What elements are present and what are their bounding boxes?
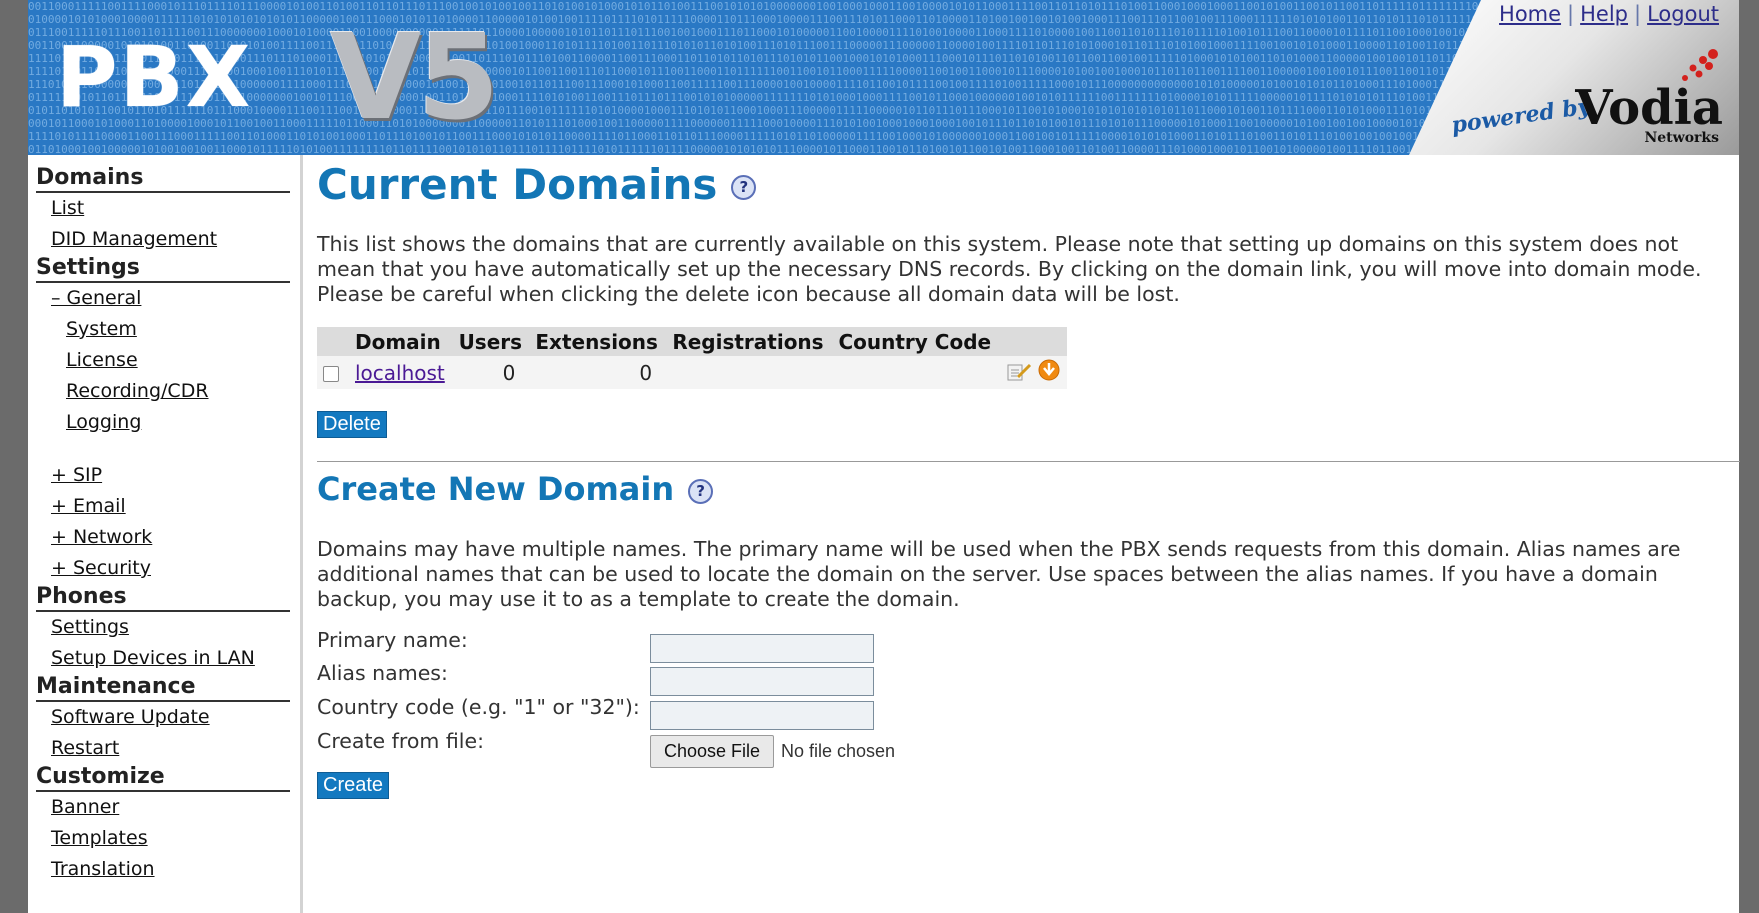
link-separator: | bbox=[1634, 2, 1642, 26]
extensions-cell: 0 bbox=[529, 356, 667, 389]
select-column-header bbox=[317, 327, 349, 356]
column-header-domain[interactable]: Domain bbox=[349, 327, 453, 356]
sidebar-item-phone-settings[interactable]: Settings bbox=[28, 612, 300, 643]
country-code-label: Country code (e.g. "1" or "32"): bbox=[317, 695, 640, 719]
sidebar-item-templates[interactable]: Templates bbox=[28, 823, 300, 854]
primary-name-label: Primary name: bbox=[317, 628, 468, 652]
sidebar-item-system[interactable]: System bbox=[28, 314, 300, 345]
sidebar-group-phones: Phones bbox=[36, 584, 290, 612]
sidebar-item-network[interactable]: + Network bbox=[28, 522, 300, 553]
users-cell: 0 bbox=[452, 356, 530, 389]
sidebar-item-email[interactable]: + Email bbox=[28, 491, 300, 522]
sidebar-group-maintenance: Maintenance bbox=[36, 674, 290, 702]
sidebar-item-did-management[interactable]: DID Management bbox=[28, 224, 300, 255]
logo-v5: V5 bbox=[330, 8, 499, 146]
alias-names-input[interactable] bbox=[650, 667, 874, 696]
current-domains-description: This list shows the domains that are cur… bbox=[317, 232, 1702, 306]
banner: 0011000111110011110001011101111011100001… bbox=[28, 0, 1739, 155]
table-header-row: Domain Users Extensions Registrations Co… bbox=[317, 327, 1067, 356]
domain-cell: localhost bbox=[349, 356, 453, 389]
sidebar-group-settings: Settings bbox=[36, 255, 290, 283]
sidebar-item-list[interactable]: List bbox=[28, 193, 300, 224]
help-link[interactable]: Help bbox=[1580, 2, 1628, 26]
no-file-chosen-text: No file chosen bbox=[781, 741, 896, 761]
table-row: localhost 0 0 bbox=[317, 356, 1067, 389]
choose-file-button[interactable]: Choose File bbox=[650, 735, 774, 768]
download-icon[interactable] bbox=[1038, 359, 1060, 381]
sidebar-item-restart[interactable]: Restart bbox=[28, 733, 300, 764]
domain-link[interactable]: localhost bbox=[355, 361, 445, 385]
sidebar-item-software-update[interactable]: Software Update bbox=[28, 702, 300, 733]
main-content: Current Domains? This list shows the dom… bbox=[315, 155, 1740, 913]
column-header-registrations[interactable]: Registrations bbox=[666, 327, 833, 356]
country-code-cell bbox=[832, 356, 1000, 389]
help-icon[interactable]: ? bbox=[731, 175, 757, 200]
row-checkbox[interactable] bbox=[323, 366, 339, 382]
vodia-networks: Networks bbox=[1644, 130, 1719, 146]
create-domain-description: Domains may have multiple names. The pri… bbox=[317, 537, 1681, 611]
sidebar-group-domains: Domains bbox=[36, 155, 290, 193]
page-title: Current Domains bbox=[317, 160, 718, 209]
sidebar-item-translation[interactable]: Translation bbox=[28, 854, 300, 885]
alias-names-label: Alias names: bbox=[317, 661, 448, 685]
delete-button[interactable]: Delete bbox=[317, 411, 387, 438]
sidebar-item-setup-devices[interactable]: Setup Devices in LAN bbox=[28, 643, 300, 674]
sidebar-item-logging[interactable]: Logging bbox=[28, 407, 300, 438]
sidebar-group-customize: Customize bbox=[36, 764, 290, 792]
create-from-file-label: Create from file: bbox=[317, 729, 484, 753]
logout-link[interactable]: Logout bbox=[1647, 2, 1719, 26]
section-divider bbox=[317, 461, 1740, 462]
row-select-cell bbox=[317, 356, 349, 389]
registrations-cell bbox=[666, 356, 833, 389]
binary-background: 0011000111110011110001011101111011100001… bbox=[28, 0, 1485, 155]
home-link[interactable]: Home bbox=[1499, 2, 1561, 26]
logo-pbx: PBX bbox=[56, 28, 253, 126]
link-separator: | bbox=[1567, 2, 1575, 26]
sidebar-item-general[interactable]: – General bbox=[28, 283, 300, 314]
sidebar-item-license[interactable]: License bbox=[28, 345, 300, 376]
create-domain-heading: Create New Domain? bbox=[317, 470, 714, 508]
sidebar-item-banner[interactable]: Banner bbox=[28, 792, 300, 823]
column-header-users[interactable]: Users bbox=[452, 327, 530, 356]
create-button[interactable]: Create bbox=[317, 772, 390, 799]
actions-column-header bbox=[1000, 327, 1067, 356]
actions-cell bbox=[1000, 356, 1067, 389]
sidebar-item-sip[interactable]: + SIP bbox=[28, 460, 300, 491]
sidebar-item-security[interactable]: + Security bbox=[28, 553, 300, 584]
column-header-extensions[interactable]: Extensions bbox=[529, 327, 667, 356]
top-links: Home | Help | Logout bbox=[1499, 2, 1719, 26]
column-header-country-code[interactable]: Country Code bbox=[832, 327, 1000, 356]
current-domains-heading: Current Domains? bbox=[317, 160, 757, 209]
edit-icon[interactable] bbox=[1006, 361, 1032, 381]
sidebar-item-recording-cdr[interactable]: Recording/CDR bbox=[28, 376, 300, 407]
country-code-input[interactable] bbox=[650, 701, 874, 730]
help-icon[interactable]: ? bbox=[688, 478, 714, 504]
vodia-logo: Vodia bbox=[1575, 80, 1723, 136]
sidebar-divider bbox=[300, 155, 303, 913]
page: 0011000111110011110001011101111011100001… bbox=[28, 0, 1740, 913]
primary-name-input[interactable] bbox=[650, 634, 874, 663]
domains-table: Domain Users Extensions Registrations Co… bbox=[317, 327, 1067, 389]
sidebar: Domains List DID Management Settings – G… bbox=[28, 155, 302, 913]
create-domain-title: Create New Domain bbox=[317, 470, 675, 508]
